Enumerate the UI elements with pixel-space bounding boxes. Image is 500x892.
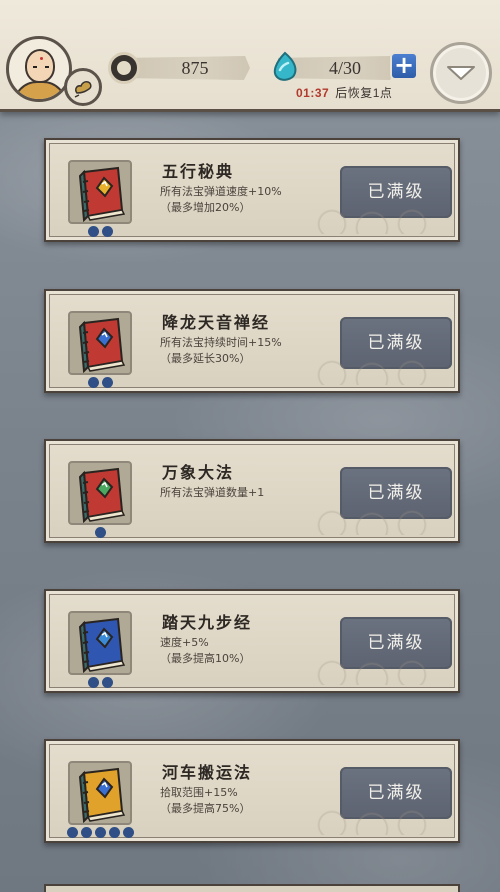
avatar-robe — [13, 81, 67, 99]
book-icon-frame — [68, 160, 132, 224]
book-description: 所有法宝弹道速度+10% （最多增加20%） — [160, 185, 282, 214]
book-icon — [78, 767, 126, 823]
coin-icon — [108, 52, 140, 84]
level-dots — [94, 527, 106, 538]
level-dot — [87, 377, 99, 388]
book-icon — [78, 617, 126, 673]
top-bar: 875 4/30 + 01:37 后恢复1点 — [0, 0, 500, 112]
book-icon-frame — [68, 311, 132, 375]
stamina-drop-icon — [273, 51, 297, 81]
recover-timer: 01:37 后恢复1点 — [296, 84, 392, 101]
level-dot — [108, 827, 120, 838]
book-icon-frame — [68, 611, 132, 675]
max-level-button[interactable]: 已满级 — [340, 467, 452, 519]
recover-label: 后恢复1点 — [335, 86, 393, 100]
level-dot — [122, 827, 134, 838]
gourd-icon[interactable] — [64, 68, 102, 106]
level-dots — [87, 677, 113, 688]
avatar-eyes — [33, 66, 49, 68]
level-dots — [66, 827, 134, 838]
book-title: 五行秘典 — [162, 162, 235, 181]
book-description: 速度+5% （最多提高10%） — [160, 636, 251, 665]
level-dot — [101, 677, 113, 688]
book-icon-frame — [68, 461, 132, 525]
book-title: 降龙天音禅经 — [162, 313, 271, 332]
max-level-button[interactable]: 已满级 — [340, 767, 452, 819]
level-dot — [66, 827, 78, 838]
add-stamina-button[interactable]: + — [390, 52, 418, 80]
book-title: 河车搬运法 — [162, 763, 253, 782]
chevron-down-icon — [447, 66, 475, 80]
level-dot — [101, 377, 113, 388]
book-title: 万象大法 — [162, 463, 235, 482]
avatar[interactable] — [6, 36, 72, 102]
book-icon — [78, 166, 126, 222]
level-dot — [80, 827, 92, 838]
level-dot — [101, 226, 113, 237]
avatar-head — [25, 49, 55, 83]
skill-book-card[interactable]: 降龙天音禅经所有法宝持续时间+15% （最多延长30%） 已满级 — [44, 289, 460, 393]
book-icon — [78, 317, 126, 373]
level-dot — [87, 677, 99, 688]
dropdown-button[interactable] — [430, 42, 492, 104]
skill-book-card[interactable]: 河车搬运法拾取范围+15% （最多提高75%） 已满级 — [44, 739, 460, 843]
book-icon — [78, 467, 126, 523]
book-description: 所有法宝持续时间+15% （最多延长30%） — [160, 336, 282, 365]
timer-value: 01:37 — [296, 86, 330, 100]
level-dots — [87, 377, 113, 388]
max-level-button[interactable]: 已满级 — [340, 317, 452, 369]
level-dot — [87, 226, 99, 237]
stamina-count: 4/30 — [328, 58, 361, 78]
next-card-edge — [44, 884, 460, 892]
forehead-mark — [40, 57, 43, 60]
level-dot — [94, 827, 106, 838]
level-dots — [87, 226, 113, 237]
book-icon-frame — [68, 761, 132, 825]
book-description: 所有法宝弹道数量+1 — [160, 486, 265, 499]
book-description: 拾取范围+15% （最多提高75%） — [160, 786, 251, 815]
level-dot — [94, 527, 106, 538]
coin-count: 875 — [181, 58, 209, 78]
skill-book-card[interactable]: 五行秘典所有法宝弹道速度+10% （最多增加20%） 已满级 — [44, 138, 460, 242]
skill-book-card[interactable]: 万象大法所有法宝弹道数量+1 已满级 — [44, 439, 460, 543]
skill-book-card[interactable]: 踏天九步经速度+5% （最多提高10%） 已满级 — [44, 589, 460, 693]
book-title: 踏天九步经 — [162, 613, 253, 632]
max-level-button[interactable]: 已满级 — [340, 166, 452, 218]
max-level-button[interactable]: 已满级 — [340, 617, 452, 669]
